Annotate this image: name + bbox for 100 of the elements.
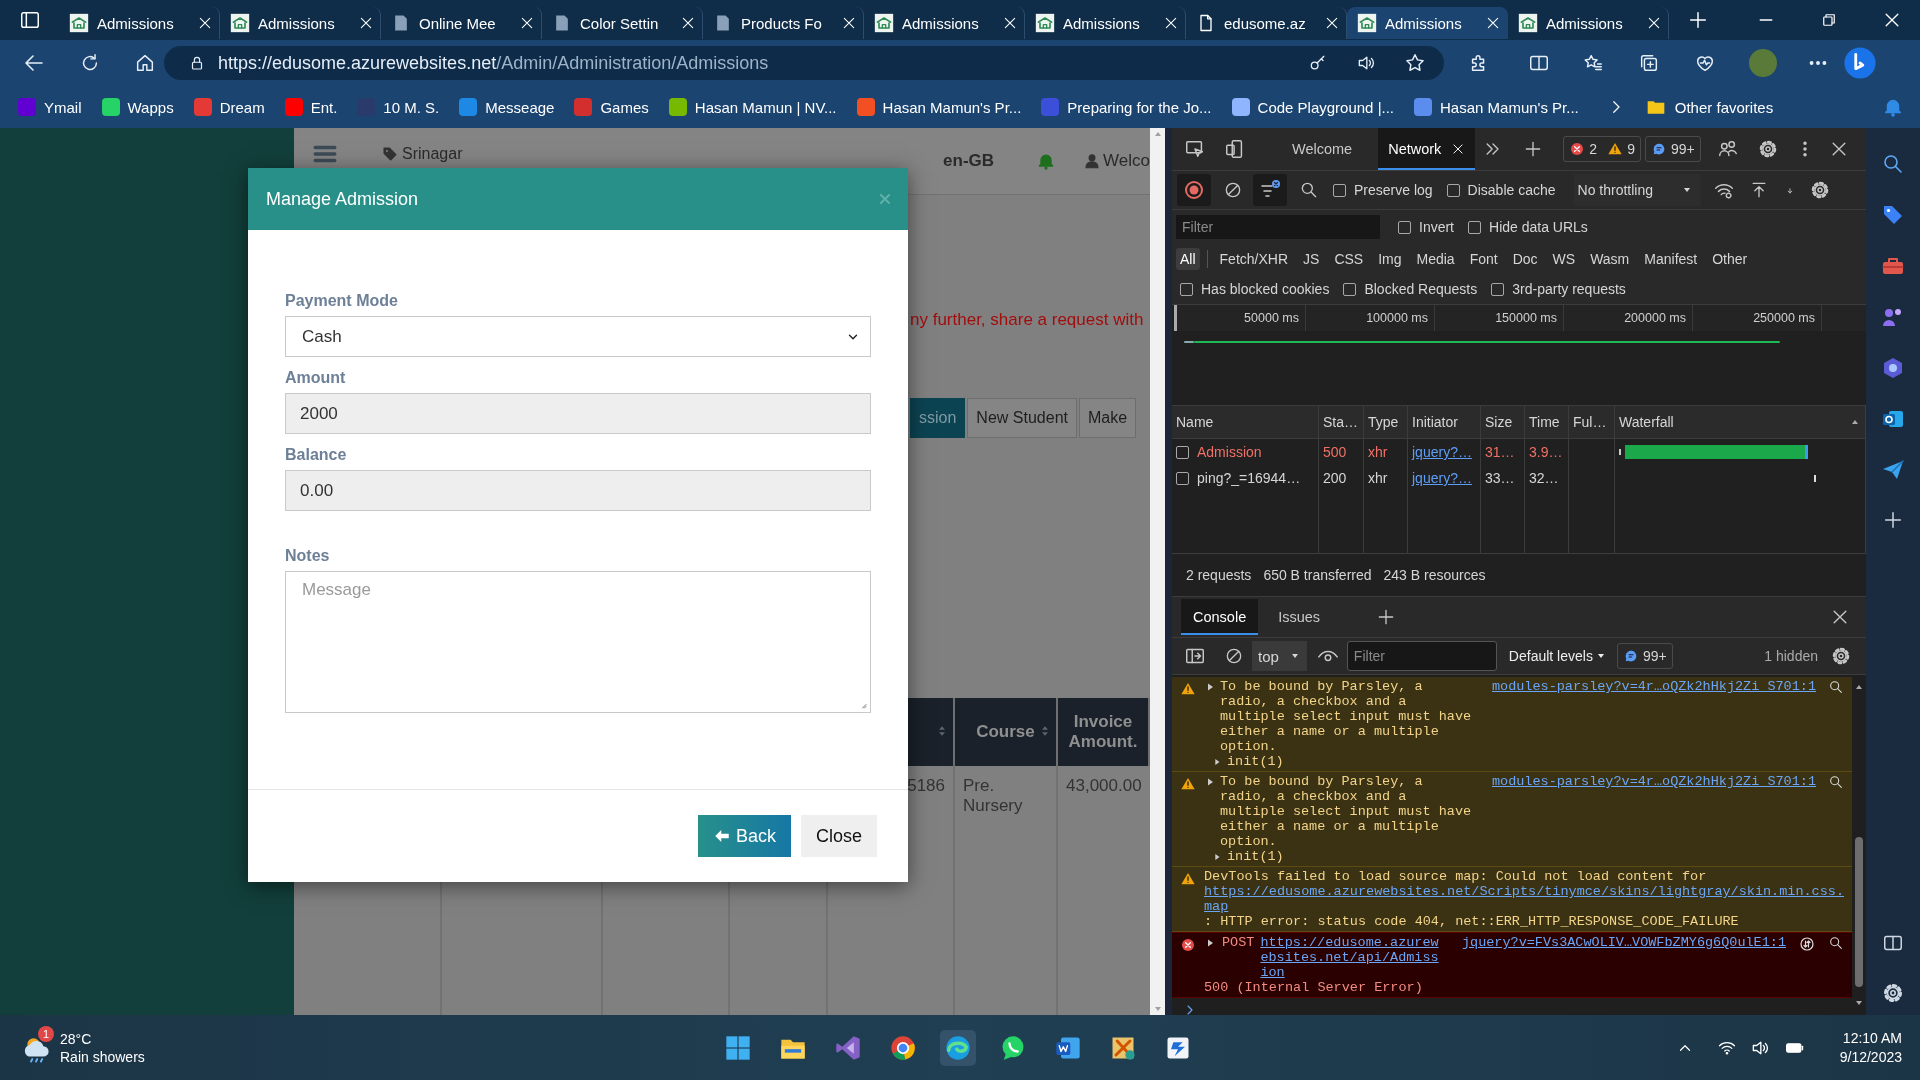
bookmark-link[interactable]: Ent. [310, 98, 338, 116]
console-message: 500 (Internal Server Error) [1204, 980, 1424, 995]
time-tick: 100000 ms [1306, 305, 1435, 331]
bookmark-link[interactable]: Wapps [127, 98, 174, 116]
url-link[interactable]: https://edusome.azurewebsites.net/Scripts/tinymce/skins/lightgray/skin.min.css.map [1204, 884, 1844, 914]
source-link[interactable]: jquery?v=FVs3ACwOLIV…VOWFbZMY6g6Q0ulE1:1 [1461, 935, 1786, 950]
bookmark-folder[interactable]: Other favorites [1674, 98, 1774, 116]
filter-field[interactable]: Filter [1346, 641, 1497, 671]
console-message: To be bound by Parsley, a radio, a checkbox and a multiple select input must have either a name or a multiple option. [1220, 679, 1473, 754]
type-filter[interactable]: Manifest [1640, 248, 1702, 270]
url-link[interactable]: https://edusome.azurewebsites.net/api/Admission [1260, 935, 1444, 980]
browser-tab[interactable]: Admissions [220, 7, 381, 39]
initiator-link[interactable]: jquery?… [1412, 444, 1472, 460]
type-filter[interactable]: Doc [1508, 248, 1542, 270]
devtools-tab[interactable]: Welcome [1266, 128, 1379, 170]
source-link[interactable]: modules-parsley?v=4r…oQZk2hHkj2Zi_S701:1 [1491, 679, 1816, 694]
bookmark-link[interactable]: Messeage [485, 98, 555, 116]
issue-counter[interactable]: 2 9 [1563, 136, 1641, 162]
browser-tab[interactable]: Color Settin [542, 7, 703, 39]
bookmark-link[interactable]: Games [600, 98, 649, 116]
browser-tab[interactable]: Products Fo [703, 7, 864, 39]
type-filter[interactable]: Font [1465, 248, 1502, 270]
column-header[interactable]: Name [1176, 414, 1214, 430]
type-filter[interactable]: WS [1548, 248, 1580, 270]
browser-tab[interactable]: Online Mee [381, 7, 542, 39]
message-counter[interactable]: 99+ [1616, 643, 1673, 669]
type-filter[interactable]: Other [1708, 248, 1752, 270]
page-tab[interactable]: ssion [910, 398, 966, 438]
page-tab[interactable]: Make [1078, 398, 1137, 438]
type-filter[interactable]: Fetch/XHR [1215, 248, 1293, 270]
input-field[interactable]: 2000 [285, 393, 871, 434]
initiator-link[interactable]: jquery?… [1412, 470, 1472, 486]
table-cell: 3.9… [1529, 444, 1563, 460]
field-label: Amount [285, 369, 347, 388]
location-selector[interactable]: Srinagar [402, 145, 463, 163]
filter-field[interactable]: Filter [1176, 215, 1380, 239]
levels-dropdown[interactable]: Default levels [1508, 648, 1607, 664]
source-link[interactable]: modules-parsley?v=4r…oQZk2hHkj2Zi_S701:1 [1491, 774, 1816, 789]
dialog-button[interactable]: Back [697, 815, 791, 857]
drawer-tab[interactable]: Issues [1266, 599, 1333, 635]
page-tab[interactable]: New Student [967, 398, 1077, 438]
message-counter[interactable]: 99+ [1644, 136, 1701, 162]
request-name[interactable]: ping?_=16944… [1197, 470, 1301, 486]
bookmark-link[interactable]: Dream [219, 98, 265, 116]
checkbox-label: Blocked Requests [1364, 281, 1478, 297]
console-message: : HTTP error: status code 404, net::ERR_HTTP_RESPONSE_CODE_FAILURE [1204, 914, 1740, 929]
type-filter[interactable]: JS [1299, 248, 1324, 270]
bookmark-link[interactable]: Hasan Mamun | NV... [694, 98, 837, 116]
checkbox-label: Disable cache [1467, 182, 1556, 198]
clock[interactable]: 12:10 AM 9/12/2023 [1839, 1028, 1902, 1067]
table-cell: 33… [1485, 470, 1515, 486]
throttling-dropdown[interactable]: No throttling [1573, 174, 1701, 206]
table-cell: 32… [1529, 470, 1559, 486]
stack-trace[interactable]: init(1) [1227, 849, 1284, 864]
stack-trace[interactable]: init(1) [1227, 754, 1284, 769]
type-filter[interactable]: Img [1374, 248, 1406, 270]
select-field[interactable]: Cash [285, 316, 871, 357]
devtools-tab[interactable]: Network [1378, 128, 1476, 170]
notice-text: ny further, share a request with [910, 310, 1144, 330]
browser-tab[interactable]: Admissions [59, 7, 220, 39]
browser-tab[interactable]: Admissions [864, 7, 1025, 39]
bookmark-link[interactable]: Code Playground |... [1257, 98, 1395, 116]
type-filter[interactable]: Media [1412, 248, 1459, 270]
checkbox-label: Has blocked cookies [1201, 281, 1330, 297]
notification-badge: 1 [38, 1025, 54, 1042]
dialog-button[interactable]: Close [800, 815, 877, 857]
checkbox-label: 3rd-party requests [1512, 281, 1626, 297]
field-label: Payment Mode [285, 292, 399, 311]
time-tick: 50000 ms [1177, 305, 1306, 331]
context-dropdown[interactable]: top [1252, 641, 1307, 671]
time-tick: 200000 ms [1564, 305, 1693, 331]
drawer-tab[interactable]: Console [1181, 599, 1259, 635]
time-tick: 150000 ms [1435, 305, 1564, 331]
hidden-count: 1 hidden [1764, 648, 1818, 664]
bookmark-link[interactable]: Hasan Mamun's Pr... [1440, 98, 1579, 116]
console-message: DevTools failed to load source map: Could not load content for [1204, 869, 1707, 884]
weather-text: Rain showers [60, 1047, 145, 1066]
summary-text: 650 B transferred [1263, 567, 1372, 583]
dialog-title: Manage Admission [266, 188, 420, 210]
language-label[interactable]: en-GB [943, 151, 995, 171]
bookmark-link[interactable]: 10 M. S. [383, 98, 440, 116]
request-name[interactable]: Admission [1197, 444, 1262, 460]
bookmark-link[interactable]: Hasan Mamun's Pr... [882, 98, 1022, 116]
table-cell: xhr [1368, 444, 1388, 460]
type-filter[interactable]: CSS [1330, 248, 1368, 270]
type-filter[interactable]: Wasm [1586, 248, 1634, 270]
browser-tab[interactable]: Admissions [1347, 7, 1508, 39]
input-field[interactable]: 0.00 [285, 470, 871, 511]
summary-text: 2 requests [1186, 567, 1252, 583]
browser-tab[interactable]: Admissions [1025, 7, 1186, 39]
temperature-text: 28°C [60, 1029, 93, 1048]
table-cell: 43,000.00 [1066, 776, 1142, 795]
type-filter[interactable]: All [1176, 248, 1200, 270]
bookmark-link[interactable]: Ymail [44, 98, 82, 116]
field-label: Notes [285, 547, 331, 566]
table-cell: 5186 [907, 776, 945, 795]
bookmark-link[interactable]: Preparing for the Jo... [1067, 98, 1212, 116]
field-label: Balance [285, 446, 348, 465]
browser-tab[interactable]: Admissions [1508, 7, 1669, 39]
checkbox-label: Preserve log [1354, 182, 1433, 198]
